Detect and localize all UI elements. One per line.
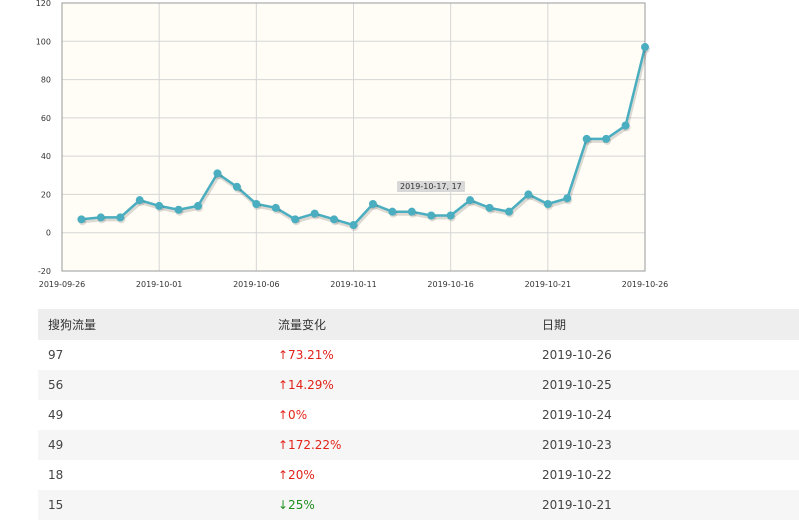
data-point	[291, 215, 300, 224]
y-tick-label: 120	[36, 0, 51, 8]
data-point	[213, 169, 222, 178]
traffic-cell: 56	[38, 370, 268, 400]
change-cell: ↑0%	[278, 408, 308, 422]
traffic-table: 搜狗流量 流量变化 日期 97 ↑73.21% 2019-10-26 56 ↑14.29…	[38, 309, 799, 520]
data-point	[524, 190, 533, 199]
change-cell: ↑73.21%	[278, 348, 334, 362]
table-row: 97 ↑73.21% 2019-10-26	[38, 340, 799, 370]
traffic-line-chart: -20020406080100120 2019-09-26 2019-10-01 2…	[36, 0, 669, 289]
data-point	[543, 200, 552, 208]
traffic-cell: 18	[48, 468, 64, 482]
data-point	[349, 221, 358, 230]
data-point	[427, 211, 436, 220]
point-tooltip: 2019-10-17, 17	[397, 181, 465, 192]
header-date: 日期	[532, 309, 799, 340]
change-cell: ↑14.29%	[268, 370, 532, 400]
y-tick-label: 20	[41, 190, 51, 199]
data-point	[602, 134, 611, 143]
header-traffic: 搜狗流量	[38, 309, 268, 340]
x-tick-label: 2019-09-26	[39, 280, 86, 289]
y-tick-label: 80	[41, 76, 51, 85]
data-point	[388, 207, 397, 216]
data-point	[368, 200, 377, 208]
traffic-cell: 49	[48, 408, 64, 422]
traffic-cell: 49	[38, 430, 268, 460]
x-axis-ticks: 2019-09-26 2019-10-01 2019-10-06 2019-10-11…	[39, 280, 669, 289]
data-point	[563, 194, 572, 203]
x-tick-label: 2019-10-11	[330, 280, 377, 289]
date-cell: 2019-10-26	[542, 348, 612, 362]
table-body: 97 ↑73.21% 2019-10-26 56 ↑14.29% 2019-10-25 49…	[38, 340, 799, 520]
data-point	[330, 215, 339, 224]
data-point	[485, 203, 494, 212]
data-point	[310, 209, 319, 218]
y-axis-ticks: -20 0 20 40 60 80 100 120	[36, 0, 51, 276]
y-tick-label: -20	[38, 267, 51, 276]
date-cell: 2019-10-25	[532, 370, 799, 400]
y-tick-label: 100	[36, 37, 51, 46]
data-point	[504, 207, 513, 216]
change-cell: ↑20%	[278, 468, 315, 482]
date-cell: 2019-10-24	[542, 408, 612, 422]
data-point	[641, 43, 649, 52]
x-tick-label: 2019-10-21	[525, 280, 572, 289]
table-header-row: 搜狗流量 流量变化 日期	[38, 309, 799, 340]
x-tick-label: 2019-10-16	[427, 280, 474, 289]
data-point	[135, 196, 144, 205]
data-point	[466, 196, 475, 205]
data-point	[77, 215, 86, 224]
change-cell: ↑172.22%	[268, 430, 532, 460]
table-row: 49 ↑0% 2019-10-24	[38, 400, 799, 430]
date-cell: 2019-10-23	[532, 430, 799, 460]
table-row: 49 ↑172.22% 2019-10-23	[38, 430, 799, 460]
data-point	[232, 182, 241, 191]
x-tick-label: 2019-10-26	[622, 280, 669, 289]
y-tick-label: 0	[46, 229, 51, 238]
table-row: 56 ↑14.29% 2019-10-25	[38, 370, 799, 400]
data-point	[174, 205, 183, 214]
header-change: 流量变化	[268, 309, 532, 340]
data-point	[96, 213, 105, 222]
data-point	[446, 211, 455, 220]
data-point	[194, 201, 203, 210]
traffic-cell: 97	[48, 348, 64, 362]
data-point	[582, 134, 591, 143]
data-point	[271, 203, 280, 212]
y-tick-label: 40	[41, 152, 51, 161]
data-point	[407, 207, 416, 216]
data-point	[155, 201, 164, 210]
data-point	[621, 121, 630, 130]
x-tick-label: 2019-10-01	[136, 280, 183, 289]
y-tick-label: 60	[41, 114, 51, 123]
table-row: 18 ↑20% 2019-10-22	[38, 460, 799, 490]
data-point	[116, 213, 125, 222]
date-cell: 2019-10-22	[542, 468, 612, 482]
data-point	[252, 200, 261, 208]
x-tick-label: 2019-10-06	[233, 280, 280, 289]
